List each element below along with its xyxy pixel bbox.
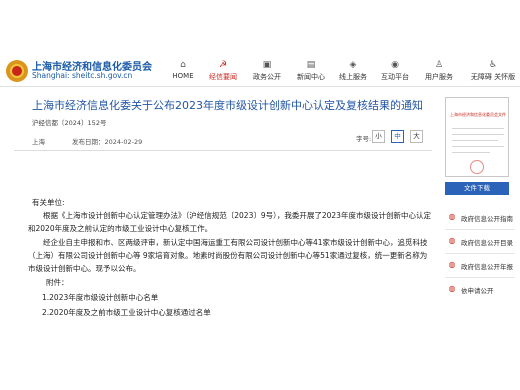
- guide-icon: ◍: [448, 212, 456, 221]
- site-domain: Shanghai: sheitc.sh.gov.cn: [32, 71, 133, 80]
- nav-item-gov-affairs[interactable]: ▣ 政务公开: [244, 60, 290, 82]
- nav-label: 无障碍 关怀版: [470, 73, 516, 81]
- nav-item-interaction[interactable]: ◉ 互动平台: [372, 60, 418, 82]
- article-meta: 上海 发布日期：2024-02-29 字号: 小 中 大: [14, 130, 432, 148]
- party-emblem-icon: ☭: [218, 60, 228, 70]
- sidebar-link-label: 政府信息公开年报: [461, 263, 513, 271]
- paragraph: 根据《上海市设计创新中心认定管理办法》（沪经信规范〔2023〕9号），我委开展了…: [28, 211, 431, 233]
- apply-icon: ◍: [448, 284, 456, 293]
- document-number: 沪经信都〔2024〕152号: [32, 119, 107, 127]
- article: 上海市经济信息化委关于公布2023年度市级设计创新中心认定及复核结果的通知 沪经…: [14, 94, 432, 390]
- nav-item-news-center[interactable]: ▤ 新闻中心: [288, 60, 334, 82]
- header-divider: [0, 86, 520, 87]
- nav-label: 经信要闻: [209, 73, 237, 81]
- home-icon: ⌂: [180, 60, 186, 70]
- sidebar-link-annual-report[interactable]: ◍ 政府信息公开年报: [447, 258, 520, 276]
- seal-stamp: [470, 160, 484, 174]
- government-icon: ▣: [262, 60, 272, 70]
- nav-item-user-service[interactable]: ♙ 用户服务: [416, 60, 462, 82]
- font-size-small-button[interactable]: 小: [372, 130, 385, 143]
- attachment-link[interactable]: 1.2023年度市级设计创新中心名单: [42, 292, 158, 303]
- chat-icon: ◉: [391, 60, 399, 70]
- news-icon: ▤: [306, 60, 316, 70]
- site-logo[interactable]: [6, 60, 28, 82]
- sidebar-link-label: 政府信息公开指南: [461, 215, 513, 223]
- font-size-label: 字号:: [356, 135, 372, 143]
- accessibility-icon: ♿: [488, 60, 498, 70]
- sidebar-link-catalog[interactable]: ◍ 政府信息公开目录: [447, 234, 520, 252]
- sidebar: 上海市经济和信息化委员会文件 文件下载 ◍ 政府信息公开指南 ◍ 政府信息公开目…: [437, 94, 520, 390]
- sidebar-link-label: 政府信息公开目录: [461, 239, 513, 247]
- salutation: 有关单位:: [32, 198, 65, 207]
- sidebar-link-apply[interactable]: ◍ 依申请公开: [447, 282, 520, 300]
- attachment-link[interactable]: 2.2020年度及之前市级工业设计中心复核通过名单: [42, 307, 211, 318]
- source-label: 上海: [32, 138, 45, 146]
- service-icon: ◈: [349, 60, 357, 70]
- attachments-title: 附件：: [46, 278, 69, 287]
- nav-label: 线上服务: [339, 73, 367, 81]
- nav-item-news-highlights[interactable]: ☭ 经信要闻: [200, 60, 246, 82]
- article-title: 上海市经济信息化委关于公布2023年度市级设计创新中心认定及复核结果的通知: [32, 99, 423, 112]
- nav-item-online-service[interactable]: ◈ 线上服务: [330, 60, 376, 82]
- sidebar-link-label: 依申请公开: [461, 287, 494, 295]
- site-header: 上海市经济和信息化委员会 Shanghai: sheitc.sh.gov.cn …: [0, 0, 520, 86]
- nav-label: 互动平台: [381, 73, 409, 81]
- nav-item-accessibility[interactable]: ♿ 无障碍 关怀版: [466, 60, 520, 82]
- thumbnail-title: 上海市经济和信息化委员会文件: [450, 112, 506, 117]
- file-download-button[interactable]: 文件下载: [445, 182, 509, 195]
- font-size-medium-button[interactable]: 中: [391, 130, 404, 143]
- nav-label: 用户服务: [425, 73, 453, 81]
- nav-label: 新闻中心: [297, 73, 325, 81]
- publish-date: 发布日期：2024-02-29: [72, 138, 143, 146]
- meta-divider: [14, 150, 432, 151]
- document-thumbnail[interactable]: 上海市经济和信息化委员会文件: [445, 97, 509, 177]
- report-icon: ◍: [448, 260, 456, 269]
- sidebar-link-guide[interactable]: ◍ 政府信息公开指南: [447, 210, 520, 228]
- paragraph: 经企业自主申报和市、区两级评审，新认定中国海运重工有限公司设计创新中心等41家市…: [28, 238, 428, 273]
- user-icon: ♙: [434, 60, 444, 70]
- font-size-large-button[interactable]: 大: [410, 130, 423, 143]
- catalog-icon: ◍: [448, 236, 456, 245]
- nav-label: 政务公开: [253, 73, 281, 81]
